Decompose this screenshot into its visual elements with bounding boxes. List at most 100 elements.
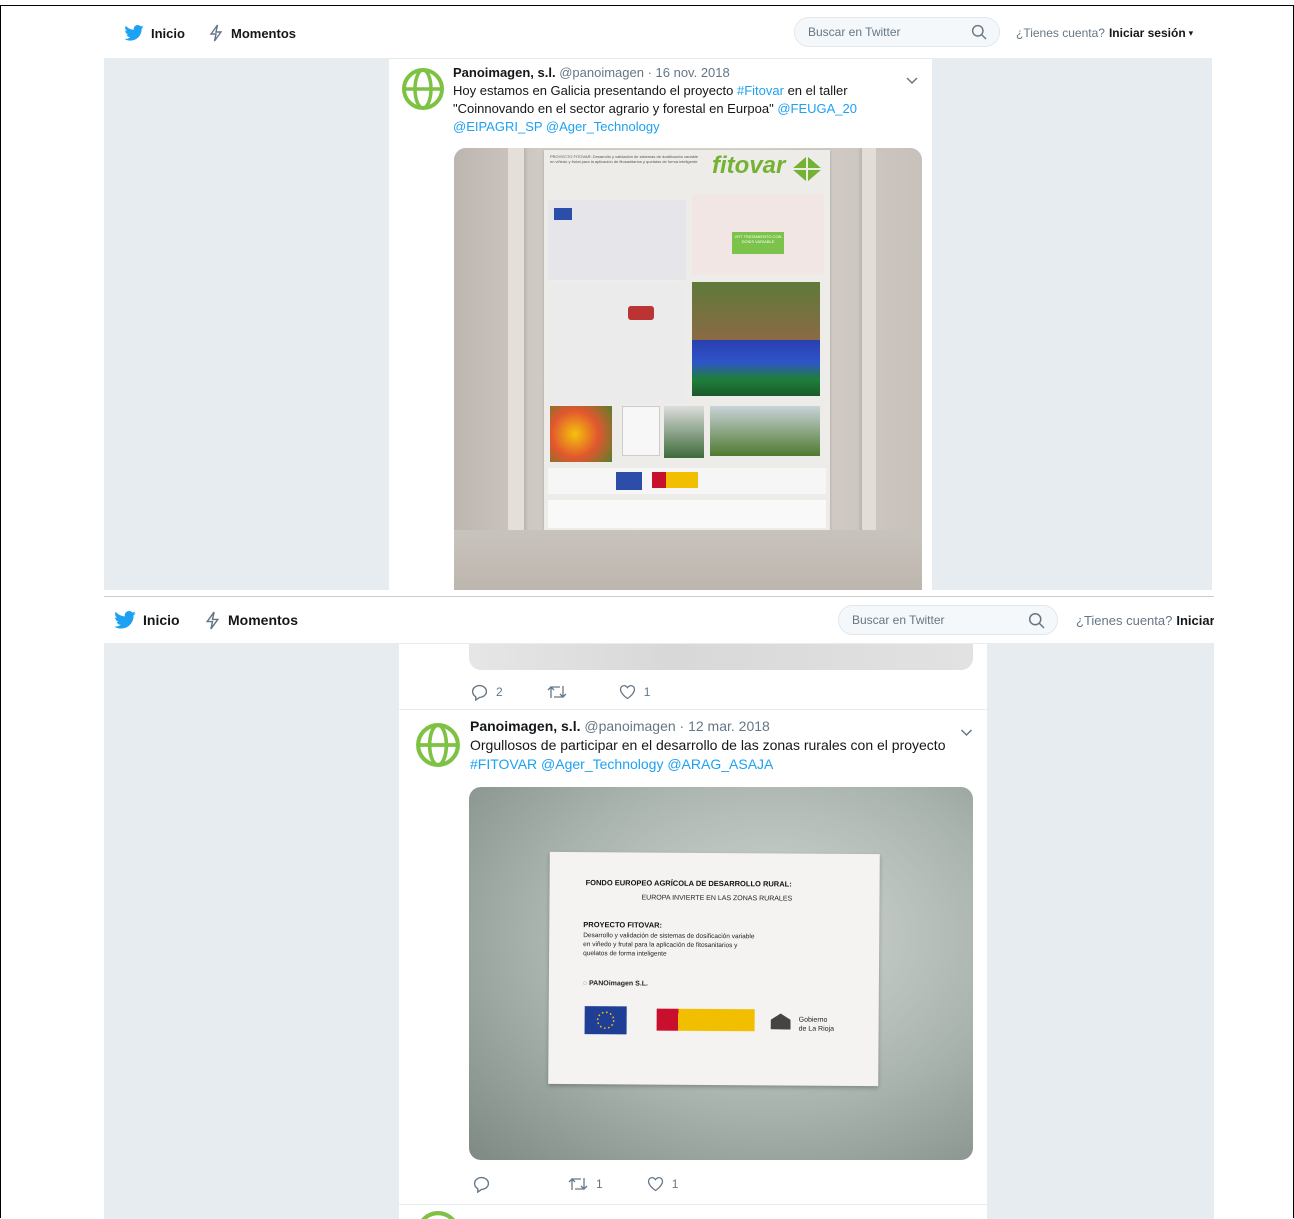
tweet-text-part: Orgullosos de participar en el desarroll… — [470, 737, 946, 753]
photo-shadow — [454, 530, 922, 590]
sign-desc-line: quelatos de forma inteligente — [583, 950, 667, 958]
like-action[interactable]: 1 — [619, 684, 650, 700]
nav-home[interactable]: Inicio — [114, 597, 180, 643]
reply-action[interactable]: 2 — [471, 684, 503, 701]
login-link[interactable]: Iniciar sesión — [1176, 613, 1214, 628]
page-frame: Inicio Momentos Buscar en Twitter ¿Tiene… — [0, 0, 1294, 1219]
heart-icon — [647, 1176, 663, 1192]
reply-action[interactable] — [473, 1176, 498, 1193]
sign-gov-line: Gobierno — [798, 1016, 828, 1024]
tweet-divider — [399, 709, 987, 710]
wall-sign: FONDO EUROPEO AGRÍCOLA DE DESARROLLO RUR… — [548, 851, 880, 1087]
globe-logo-icon — [416, 723, 460, 767]
poster-spain-logo — [652, 472, 698, 488]
poster-vineyard-photo — [710, 406, 820, 456]
tweet-handle-date[interactable]: @panoimagen · 16 nov. 2018 — [559, 65, 730, 80]
frame-border — [0, 5, 1, 1218]
eu-stars-icon — [596, 1011, 615, 1029]
screenshot-bottom: Inicio Momentos Buscar en Twitter ¿Tiene… — [104, 596, 1214, 1219]
login-prompt: ¿Tienes cuenta? Iniciar sesión — [1076, 597, 1214, 643]
nav-moments[interactable]: Momentos — [208, 8, 296, 58]
caret-down-icon[interactable]: ▾ — [1189, 28, 1194, 39]
poster-sensor — [622, 406, 660, 456]
login-question: ¿Tienes cuenta? — [1016, 26, 1105, 40]
search-input[interactable]: Buscar en Twitter — [838, 605, 1058, 635]
hashtag-link[interactable]: #Fitovar — [737, 83, 784, 98]
mention-links[interactable]: @EIPAGRI_SP @Ager_Technology — [453, 118, 913, 136]
nav-moments[interactable]: Momentos — [204, 597, 298, 643]
tweet-author-name[interactable]: Panoimagen, s.l. — [470, 718, 580, 734]
sign-gov-line: de La Rioja — [798, 1025, 835, 1033]
poster-eu-flag — [616, 472, 642, 490]
sign-title: FONDO EUROPEO AGRÍCOLA DE DESARROLLO RUR… — [585, 878, 792, 889]
retweet-action[interactable]: 1 — [568, 1176, 603, 1192]
nav-moments-label: Momentos — [228, 612, 298, 628]
sign-subtitle: EUROPA INVIERTE EN LAS ZONAS RURALES — [641, 894, 793, 903]
poster-brand: fitovar — [712, 152, 785, 180]
top-navbar: Inicio Momentos Buscar en Twitter ¿Tiene… — [104, 597, 1214, 644]
globe-logo-icon — [402, 68, 444, 110]
nav-home-label: Inicio — [151, 25, 185, 41]
poster-header: PROYECTO FITOVAR: Desarrollo y validació… — [550, 154, 699, 164]
lightning-icon — [208, 24, 224, 42]
avatar[interactable] — [415, 722, 461, 768]
retweet-action[interactable] — [547, 684, 575, 700]
sign-project: PROYECTO FITOVAR: — [583, 920, 663, 930]
reply-count: 2 — [496, 685, 503, 699]
poster-tratamiento: VRT TRATAMIENTO CON DOSIS VARIABLE — [732, 232, 784, 254]
search-input[interactable]: Buscar en Twitter — [794, 17, 1000, 47]
like-count: 1 — [671, 1177, 679, 1191]
timeline-column: 2 1 Panoimagen, s.l. @panoimagen · 12 ma… — [399, 644, 987, 1219]
timeline-column: Panoimagen, s.l. @panoimagen · 16 nov. 2… — [389, 59, 932, 590]
search-placeholder: Buscar en Twitter — [852, 613, 945, 627]
tweet-header: Panoimagen, s.l. @panoimagen · 16 nov. 2… — [453, 65, 730, 80]
previous-tweet-photo[interactable] — [469, 644, 973, 670]
frame-border — [0, 5, 1294, 6]
photo-door-frame — [862, 148, 876, 590]
tweet-photo[interactable]: FONDO EUROPEO AGRÍCOLA DE DESARROLLO RUR… — [469, 787, 973, 1160]
tweet-text-part: Hoy estamos en Galicia presentando el pr… — [453, 83, 737, 98]
tweet-photo[interactable]: PROYECTO FITOVAR: Desarrollo y validació… — [454, 148, 922, 590]
poster-drone — [664, 406, 704, 458]
reply-icon — [471, 684, 488, 701]
sign-rioja-logo — [771, 1013, 791, 1029]
tweet-text-part: "Coinnovando en el sector agrario y fore… — [453, 101, 778, 116]
nav-home[interactable]: Inicio — [124, 8, 185, 58]
like-action[interactable]: 1 — [647, 1176, 679, 1192]
tweet-text: Hoy estamos en Galicia presentando el pr… — [453, 82, 913, 136]
twitter-bird-icon — [114, 611, 136, 629]
sign-company-label: PANOimagen S.L. — [588, 980, 649, 988]
hashtag-mention-links[interactable]: #FITOVAR @Ager_Technology @ARAG_ASAJA — [470, 755, 980, 774]
nav-home-label: Inicio — [143, 612, 180, 628]
poster-tractor — [628, 306, 654, 320]
tweet-header: Panoimagen, s.l. @panoimagen · 12 mar. 2… — [470, 718, 770, 734]
tweet-actions: 1 1 — [473, 1172, 722, 1196]
login-link[interactable]: Iniciar sesión — [1109, 26, 1186, 40]
tweet-author-name[interactable]: Panoimagen, s.l. — [453, 65, 556, 80]
reply-icon — [473, 1176, 490, 1193]
mention-link[interactable]: @FEUGA_20 — [777, 101, 857, 116]
poster-brand-label: fitovar — [712, 152, 786, 179]
tweet-divider — [399, 1204, 987, 1205]
poster-block — [548, 284, 686, 404]
photo-door-frame — [508, 148, 524, 590]
top-navbar: Inicio Momentos Buscar en Twitter ¿Tiene… — [104, 8, 1212, 59]
previous-tweet-actions: 2 1 — [471, 680, 694, 704]
tweet-handle-date[interactable]: @panoimagen · 12 mar. 2018 — [584, 718, 769, 734]
poster-map-photo — [692, 340, 820, 396]
retweet-icon — [568, 1178, 588, 1190]
retweet-count: 1 — [596, 1177, 603, 1191]
search-icon[interactable] — [971, 24, 987, 45]
search-icon[interactable] — [1028, 612, 1045, 634]
screenshot-top: Inicio Momentos Buscar en Twitter ¿Tiene… — [104, 8, 1212, 590]
sign-eu-flag — [584, 1006, 627, 1035]
poster: PROYECTO FITOVAR: Desarrollo y validació… — [544, 150, 830, 530]
poster-vineyard-photo — [692, 282, 820, 340]
sign-company: ◌ PANOimagen S.L. — [583, 980, 648, 987]
heart-icon — [619, 684, 635, 700]
tweet-text: Orgullosos de participar en el desarroll… — [470, 736, 980, 774]
poster-eu-flag — [554, 208, 572, 220]
retweet-icon — [547, 686, 567, 698]
avatar[interactable] — [401, 67, 445, 111]
tweet-text-part: en el taller — [783, 83, 848, 98]
